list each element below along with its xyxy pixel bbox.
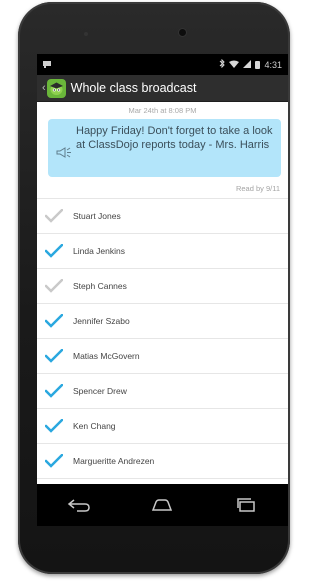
bluetooth-icon	[219, 58, 226, 70]
recipient-row[interactable]: Matias McGovern	[37, 339, 288, 374]
message-timestamp: Mar 24th at 8:08 PM	[128, 106, 197, 115]
page-title: Whole class broadcast	[70, 81, 197, 95]
recipient-list: Stuart Jones Linda Jenkins Steph Cannes …	[37, 198, 288, 479]
recipient-name: Matias McGovern	[73, 351, 140, 361]
classdojo-logo-icon[interactable]	[46, 78, 66, 98]
app-screen: 4:31 ‹ Whole class broadcast Mar 24th at…	[37, 54, 288, 484]
checkmark-icon	[45, 244, 63, 258]
recipient-name: Stuart Jones	[73, 211, 121, 221]
recipient-row[interactable]: Steph Cannes	[37, 269, 288, 304]
status-icons: 4:31	[219, 58, 282, 70]
system-nav-bar	[37, 484, 288, 526]
recipient-row[interactable]: Margueritte Andrezen	[37, 444, 288, 479]
megaphone-icon	[56, 147, 72, 161]
checkmark-icon	[45, 454, 63, 468]
checkmark-icon	[45, 209, 63, 223]
recipient-row[interactable]: Stuart Jones	[37, 199, 288, 234]
recipient-row[interactable]: Ken Chang	[37, 409, 288, 444]
recipient-name: Margueritte Andrezen	[73, 456, 155, 466]
recipient-name: Ken Chang	[73, 421, 116, 431]
battery-icon	[255, 60, 261, 69]
checkmark-icon	[45, 279, 63, 293]
recipient-name: Jennifer Szabo	[73, 316, 130, 326]
status-time: 4:31	[264, 59, 282, 70]
checkmark-icon	[45, 314, 63, 328]
checkmark-icon	[45, 349, 63, 363]
message-bubble: Happy Friday! Don't forget to take a loo…	[48, 119, 281, 177]
back-icon[interactable]	[66, 496, 92, 514]
read-by-count: Read by 9/11	[235, 184, 280, 193]
status-bar: 4:31	[37, 54, 288, 75]
recipient-row[interactable]: Spencer Drew	[37, 374, 288, 409]
recipient-row[interactable]: Linda Jenkins	[37, 234, 288, 269]
action-bar[interactable]: ‹ Whole class broadcast	[37, 75, 288, 102]
recipient-row[interactable]: Jennifer Szabo	[37, 304, 288, 339]
notification-icon	[43, 60, 51, 70]
wifi-icon	[229, 60, 240, 70]
recents-icon[interactable]	[233, 496, 259, 514]
message-text: Happy Friday! Don't forget to take a loo…	[76, 125, 273, 151]
checkmark-icon	[45, 419, 63, 433]
speaker-dot	[84, 32, 88, 36]
up-caret-icon[interactable]: ‹	[42, 82, 46, 94]
recipient-name: Steph Cannes	[73, 281, 127, 291]
recipient-name: Spencer Drew	[73, 386, 127, 396]
signal-icon	[243, 59, 252, 70]
recipient-name: Linda Jenkins	[73, 246, 125, 256]
checkmark-icon	[45, 384, 63, 398]
home-icon[interactable]	[149, 496, 175, 514]
front-camera	[179, 29, 186, 36]
